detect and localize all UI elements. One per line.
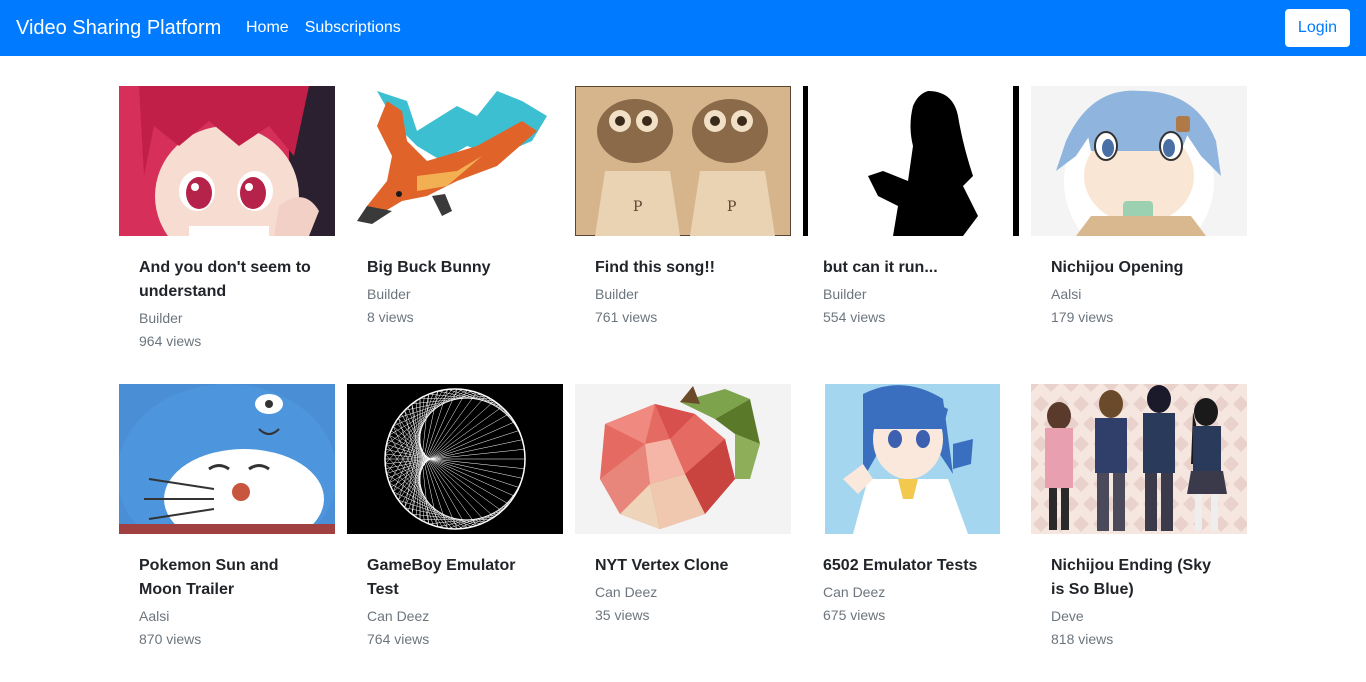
svg-text:P: P	[633, 199, 642, 215]
navbar: Video Sharing Platform Home Subscription…	[0, 0, 1366, 56]
nav-links: Home Subscriptions	[246, 0, 417, 56]
video-title[interactable]: but can it run...	[823, 256, 999, 280]
video-thumbnail[interactable]	[803, 86, 1019, 236]
card-body: Nichijou Ending (Sky is So Blue) Deve 81…	[1031, 534, 1247, 651]
video-thumbnail[interactable]	[347, 384, 563, 534]
video-title[interactable]: NYT Vertex Clone	[595, 554, 771, 578]
video-views: 179 views	[1051, 309, 1114, 325]
video-thumbnail[interactable]	[1031, 384, 1247, 534]
video-card[interactable]: Big Buck Bunny Builder 8 views	[347, 86, 563, 384]
video-author: Aalsi	[1051, 286, 1082, 302]
card-body: And you don't seem to understand Builder…	[119, 236, 335, 353]
video-views: 870 views	[139, 631, 202, 647]
video-title[interactable]: Nichijou Ending (Sky is So Blue)	[1051, 554, 1227, 602]
card-body: NYT Vertex Clone Can Deez 35 views	[575, 534, 791, 627]
video-card[interactable]: Nichijou Ending (Sky is So Blue) Deve 81…	[1031, 384, 1247, 682]
video-views: 964 views	[139, 333, 202, 349]
card-body: but can it run... Builder 554 views	[803, 236, 1019, 329]
video-title[interactable]: 6502 Emulator Tests	[823, 554, 999, 578]
card-body: 6502 Emulator Tests Can Deez 675 views	[803, 534, 1019, 627]
video-views: 818 views	[1051, 631, 1114, 647]
video-card[interactable]: NYT Vertex Clone Can Deez 35 views	[575, 384, 791, 682]
svg-text:P: P	[727, 199, 736, 215]
video-card[interactable]: GameBoy Emulator Test Can Deez 764 views	[347, 384, 563, 682]
video-views: 761 views	[595, 309, 658, 325]
video-author: Builder	[823, 286, 867, 302]
card-body: Big Buck Bunny Builder 8 views	[347, 236, 563, 329]
video-title[interactable]: Big Buck Bunny	[367, 256, 543, 280]
video-title[interactable]: Find this song!!	[595, 256, 771, 280]
card-body: Find this song!! Builder 761 views	[575, 236, 791, 329]
video-card[interactable]: 6502 Emulator Tests Can Deez 675 views	[803, 384, 1019, 682]
video-card[interactable]: P P Find this song!! Builder 761 views	[575, 86, 791, 384]
card-body: Pokemon Sun and Moon Trailer Aalsi 870 v…	[119, 534, 335, 651]
brand-link[interactable]: Video Sharing Platform	[16, 0, 221, 56]
video-views: 35 views	[595, 607, 650, 623]
video-card[interactable]: And you don't seem to understand Builder…	[119, 86, 335, 384]
video-title[interactable]: Nichijou Opening	[1051, 256, 1227, 280]
video-views: 8 views	[367, 309, 414, 325]
video-card[interactable]: Nichijou Opening Aalsi 179 views	[1031, 86, 1247, 384]
video-author: Builder	[139, 310, 183, 326]
video-thumbnail[interactable]	[1031, 86, 1247, 236]
card-body: GameBoy Emulator Test Can Deez 764 views	[347, 534, 563, 651]
video-author: Deve	[1051, 608, 1084, 624]
video-author: Can Deez	[823, 584, 886, 600]
video-card[interactable]: Pokemon Sun and Moon Trailer Aalsi 870 v…	[119, 384, 335, 682]
video-views: 675 views	[823, 607, 886, 623]
video-views: 554 views	[823, 309, 886, 325]
video-author: Can Deez	[595, 584, 658, 600]
video-thumbnail[interactable]	[119, 384, 335, 534]
video-thumbnail[interactable]	[803, 384, 1019, 534]
video-title[interactable]: And you don't seem to understand	[139, 256, 315, 304]
video-author: Can Deez	[367, 608, 430, 624]
video-title[interactable]: GameBoy Emulator Test	[367, 554, 543, 602]
video-author: Builder	[367, 286, 411, 302]
video-thumbnail[interactable]	[347, 86, 563, 236]
video-title[interactable]: Pokemon Sun and Moon Trailer	[139, 554, 315, 602]
nav-link-home[interactable]: Home	[246, 19, 289, 37]
video-thumbnail[interactable]	[119, 86, 335, 236]
video-author: Builder	[595, 286, 639, 302]
video-thumbnail[interactable]: P P	[575, 86, 791, 236]
nav-link-subscriptions[interactable]: Subscriptions	[305, 19, 401, 37]
card-body: Nichijou Opening Aalsi 179 views	[1031, 236, 1247, 329]
video-card[interactable]: but can it run... Builder 554 views	[803, 86, 1019, 384]
video-thumbnail[interactable]	[575, 384, 791, 534]
video-author: Aalsi	[139, 608, 170, 624]
video-views: 764 views	[367, 631, 430, 647]
login-button[interactable]: Login	[1285, 9, 1350, 47]
video-grid: And you don't seem to understand Builder…	[119, 86, 1247, 682]
